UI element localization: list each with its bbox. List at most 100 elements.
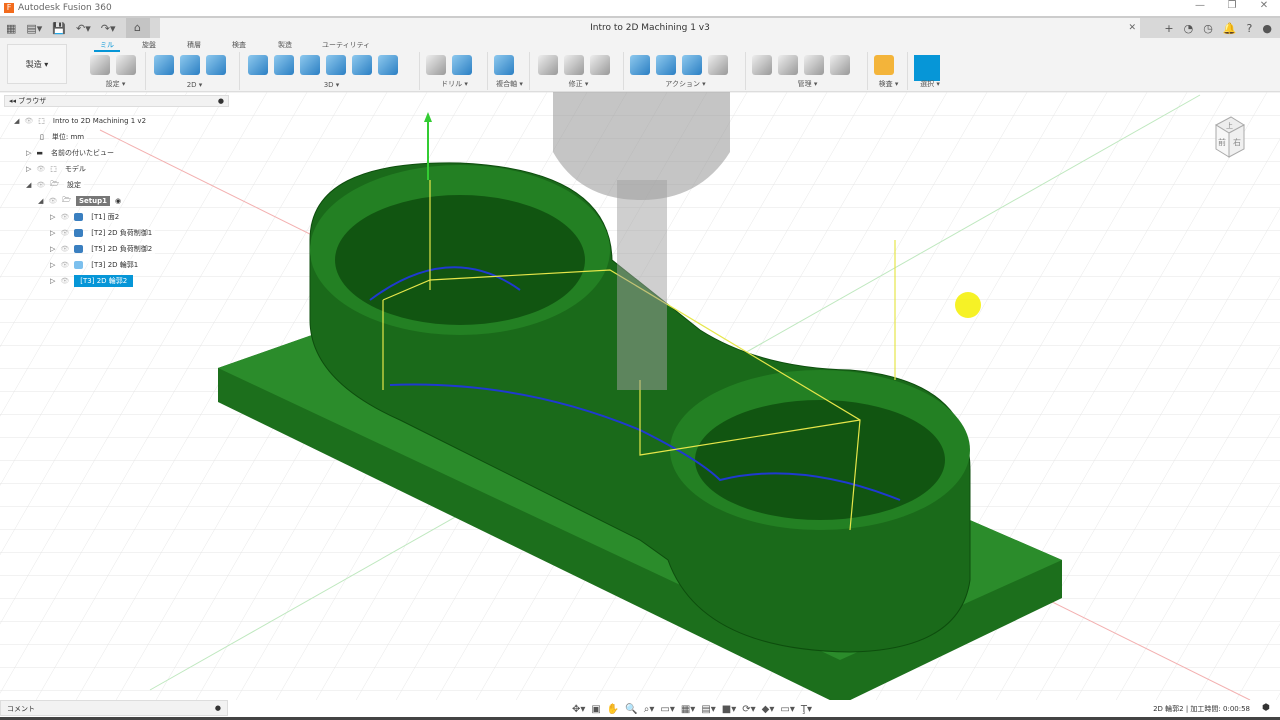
contour-3d-icon[interactable] bbox=[378, 55, 398, 75]
viewcube-top[interactable]: 上 bbox=[1226, 121, 1233, 130]
look-at-icon[interactable]: ▣ bbox=[591, 704, 600, 715]
help-icon[interactable]: ? bbox=[1247, 22, 1253, 35]
adaptive-3d-icon[interactable] bbox=[248, 55, 268, 75]
tree-setup1[interactable]: ◢ 👁 🗁 Setup1 ◉ bbox=[38, 194, 121, 208]
expand-icon[interactable]: ▷ bbox=[50, 229, 55, 237]
file-menu-icon[interactable]: ▤▾ bbox=[26, 22, 42, 35]
group-drill[interactable]: ドリル ▾ bbox=[422, 52, 488, 90]
visibility-icon[interactable]: 👁 bbox=[48, 197, 57, 205]
collapse-icon[interactable]: ◢ bbox=[38, 197, 43, 205]
tab-mill[interactable]: ミル bbox=[94, 40, 120, 52]
tab-utilities[interactable]: ユーティリティ bbox=[322, 40, 370, 50]
camera-icon[interactable]: ▭▾ bbox=[780, 704, 794, 715]
maximize-button[interactable]: ❐ bbox=[1216, 0, 1248, 11]
scallop-icon[interactable] bbox=[326, 55, 346, 75]
visibility-icon[interactable]: 👁 bbox=[60, 245, 69, 253]
collapse-icon[interactable]: ◢ bbox=[26, 181, 31, 189]
job-status-icon[interactable]: ◷ bbox=[1203, 22, 1213, 35]
machine-library-icon[interactable] bbox=[778, 55, 798, 75]
nc-program-icon[interactable] bbox=[116, 55, 136, 75]
simulate-icon[interactable] bbox=[630, 55, 650, 75]
tree-named-views[interactable]: ▷ ▬ 名前の付いたビュー bbox=[26, 146, 118, 160]
avatar[interactable]: ● bbox=[1262, 22, 1272, 35]
select-cursor-icon[interactable] bbox=[914, 55, 940, 81]
minimize-button[interactable]: — bbox=[1184, 0, 1216, 11]
group-select[interactable]: 選択 ▾ bbox=[910, 52, 950, 90]
expand-icon[interactable]: ▷ bbox=[50, 261, 55, 269]
viewcube-right[interactable]: 右 bbox=[1233, 137, 1241, 147]
group-manage[interactable]: 管理 ▾ bbox=[748, 52, 868, 90]
extensions-icon[interactable]: ◔ bbox=[1184, 22, 1194, 35]
face-icon[interactable] bbox=[154, 55, 174, 75]
contour-2d-icon[interactable] bbox=[206, 55, 226, 75]
setup-folder-icon[interactable] bbox=[90, 55, 110, 75]
pocket-3d-icon[interactable] bbox=[274, 55, 294, 75]
stock-display-icon[interactable]: ■▾ bbox=[722, 704, 736, 715]
template-library-icon[interactable] bbox=[830, 55, 850, 75]
home-icon[interactable]: ⌂ bbox=[125, 18, 150, 38]
steep-shallow-icon[interactable] bbox=[300, 55, 320, 75]
tree-operation[interactable]: ▷ 👁 [T5] 2D 負荷制御2 bbox=[50, 242, 156, 256]
adaptive-clearing-icon[interactable] bbox=[180, 55, 200, 75]
tab-turning[interactable]: 旋盤 bbox=[142, 40, 156, 50]
model-canvas[interactable] bbox=[0, 92, 1280, 705]
grid-settings-icon[interactable]: ▦▾ bbox=[681, 704, 695, 715]
zoom-icon[interactable]: 🔍 bbox=[625, 704, 637, 715]
comments-options-icon[interactable]: ● bbox=[215, 704, 221, 712]
new-tab-icon[interactable]: + bbox=[1164, 22, 1173, 35]
expand-icon[interactable]: ▷ bbox=[50, 277, 55, 285]
visibility-icon[interactable]: 👁 bbox=[24, 117, 33, 125]
expand-icon[interactable]: ◢ bbox=[14, 117, 19, 125]
parallel-icon[interactable] bbox=[352, 55, 372, 75]
tree-units[interactable]: ▯ 単位: mm bbox=[40, 130, 88, 144]
viewports-icon[interactable]: ▤▾ bbox=[701, 704, 715, 715]
post-process-icon[interactable] bbox=[682, 55, 702, 75]
tree-operation-selected[interactable]: ▷ 👁 [T3] 2D 輪郭2 bbox=[50, 274, 134, 288]
tree-operation[interactable]: ▷ 👁 [T1] 面2 bbox=[50, 210, 123, 224]
group-inspect[interactable]: 検査 ▾ bbox=[870, 52, 908, 90]
tree-operation[interactable]: ▷ 👁 [T2] 2D 負荷制御1 bbox=[50, 226, 156, 240]
apps-grid-icon[interactable]: ▦ bbox=[6, 22, 16, 35]
tree-root[interactable]: ◢ 👁 ⬚ Intro to 2D Machining 1 v2 bbox=[14, 114, 150, 128]
active-setup-icon[interactable]: ◉ bbox=[115, 197, 121, 205]
post-library-icon[interactable] bbox=[804, 55, 824, 75]
group-actions[interactable]: アクション ▾ bbox=[626, 52, 746, 90]
tab-additive[interactable]: 積層 bbox=[187, 40, 201, 50]
display-settings-icon[interactable]: ▭▾ bbox=[660, 704, 674, 715]
notifications-icon[interactable]: 🔔 bbox=[1223, 22, 1237, 35]
redo-icon[interactable]: ↷▾ bbox=[101, 22, 116, 35]
close-window-button[interactable]: ✕ bbox=[1248, 0, 1280, 11]
3d-viewport[interactable] bbox=[0, 92, 1280, 705]
appearance-icon[interactable]: ◆▾ bbox=[762, 704, 775, 715]
group-3d[interactable]: 3D ▾ bbox=[244, 52, 420, 90]
fit-icon[interactable]: ⌕▾ bbox=[644, 704, 655, 715]
visibility-icon[interactable]: 👁 bbox=[36, 165, 45, 173]
expand-icon[interactable]: ▷ bbox=[50, 213, 55, 221]
setup-sheet-icon[interactable] bbox=[708, 55, 728, 75]
group-setup[interactable]: 設定 ▾ bbox=[86, 52, 146, 90]
tool-icon[interactable] bbox=[590, 55, 610, 75]
hole-recognition-icon[interactable] bbox=[452, 55, 472, 75]
group-multi-axis[interactable]: 複合軸 ▾ bbox=[490, 52, 530, 90]
drill-icon[interactable] bbox=[426, 55, 446, 75]
save-icon[interactable]: 💾 bbox=[52, 22, 66, 35]
delete-icon[interactable] bbox=[564, 55, 584, 75]
visibility-icon[interactable]: 👁 bbox=[60, 277, 69, 285]
expand-icon[interactable]: ▷ bbox=[26, 149, 31, 157]
refresh-icon[interactable]: ⟳▾ bbox=[742, 704, 755, 715]
undo-icon[interactable]: ↶▾ bbox=[76, 22, 91, 35]
comments-panel[interactable]: コメント ● bbox=[0, 700, 228, 716]
expand-icon[interactable]: ▷ bbox=[50, 245, 55, 253]
measure-icon[interactable] bbox=[874, 55, 894, 75]
workspace-dropdown[interactable]: 製造 ▾ bbox=[7, 44, 67, 84]
tool-display-icon[interactable]: Ţ▾ bbox=[801, 704, 812, 715]
group-modify[interactable]: 修正 ▾ bbox=[534, 52, 624, 90]
expand-icon[interactable]: ▷ bbox=[26, 165, 31, 173]
tree-setups[interactable]: ◢ 👁 🗁 設定 bbox=[26, 178, 84, 192]
visibility-icon[interactable]: 👁 bbox=[36, 181, 45, 189]
visibility-icon[interactable]: 👁 bbox=[60, 213, 69, 221]
group-2d[interactable]: 2D ▾ bbox=[150, 52, 240, 90]
orbit-constrain-icon[interactable]: ✥▾ bbox=[572, 704, 585, 715]
tool-library-icon[interactable] bbox=[752, 55, 772, 75]
pan-icon[interactable]: ✋ bbox=[607, 704, 619, 715]
